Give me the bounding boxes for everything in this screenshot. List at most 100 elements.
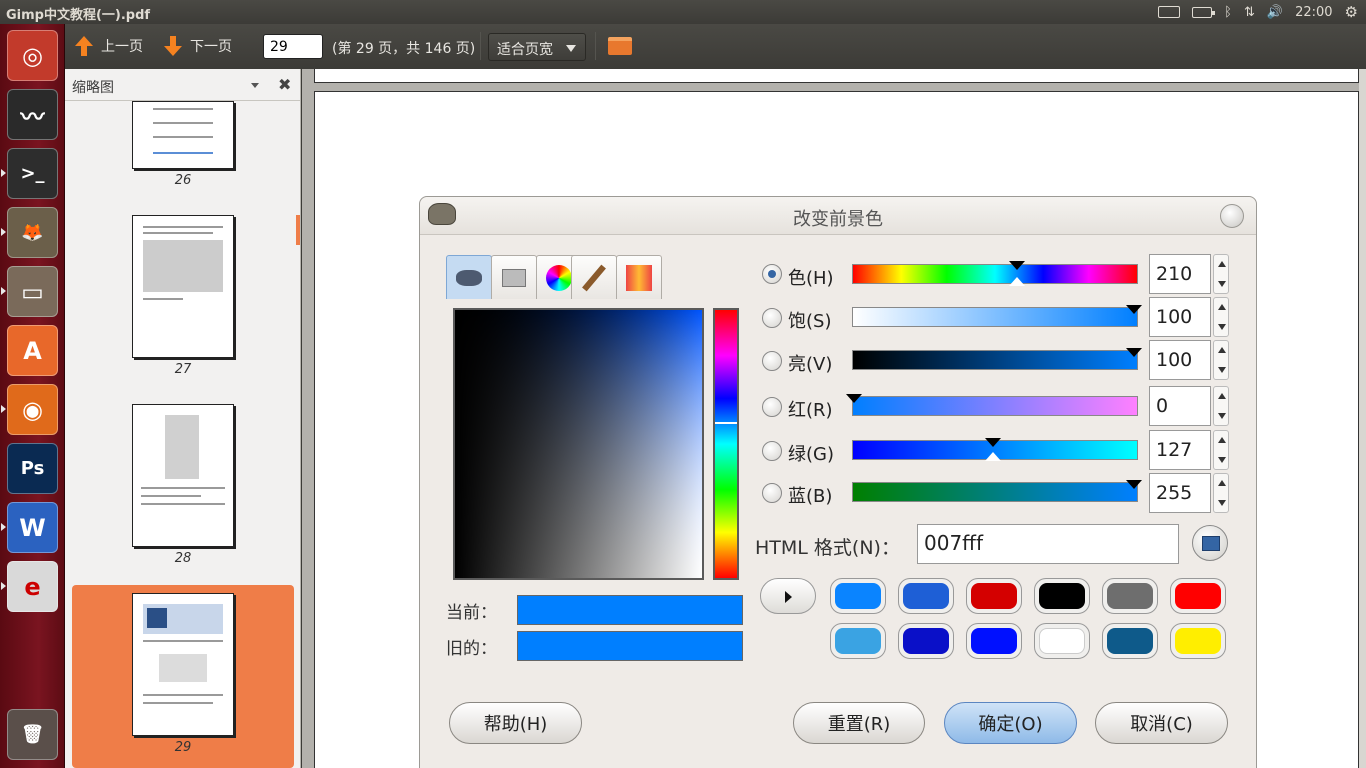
toolbar-separator bbox=[480, 32, 481, 60]
history-swatch bbox=[966, 623, 1022, 659]
hex-input: 007fff bbox=[917, 524, 1179, 564]
firefox-icon[interactable]: ◉ bbox=[7, 384, 58, 435]
sidebar-scroll-indicator[interactable] bbox=[296, 215, 300, 245]
chevron-down-icon bbox=[566, 45, 576, 52]
history-swatch bbox=[1170, 578, 1226, 614]
history-swatch bbox=[1034, 623, 1090, 659]
sidebar-title[interactable]: 缩略图 bbox=[72, 77, 114, 97]
dialog-title: 改变前景色 bbox=[793, 209, 883, 230]
brush-icon bbox=[582, 264, 606, 291]
page-info: (第 29 页，共 146 页) bbox=[332, 41, 476, 57]
old-color-swatch bbox=[517, 631, 743, 661]
previous-page-edge bbox=[314, 69, 1359, 83]
folder-icon[interactable] bbox=[608, 37, 632, 55]
arrow-down-icon bbox=[164, 36, 182, 56]
history-swatch bbox=[898, 578, 954, 614]
hue-strip bbox=[713, 308, 739, 580]
red-label: 红(R) bbox=[788, 400, 833, 421]
gimp-selector-tab bbox=[446, 255, 492, 299]
current-label: 当前： bbox=[446, 603, 497, 623]
spin-buttons bbox=[1213, 254, 1229, 294]
photoshop-icon[interactable]: Ps bbox=[7, 443, 58, 494]
hex-label: HTML 格式(N)： bbox=[755, 537, 900, 559]
software-center-icon[interactable]: A bbox=[7, 325, 58, 376]
saturation-label: 饱(S) bbox=[788, 311, 832, 332]
slider-marker bbox=[985, 452, 1001, 461]
printer-tab bbox=[491, 255, 537, 299]
gear-icon[interactable]: ⚙ bbox=[1345, 3, 1358, 21]
history-arrow-button bbox=[760, 578, 816, 614]
thumbnail-label: 27 bbox=[174, 362, 192, 377]
hue-label: 色(H) bbox=[788, 268, 834, 289]
clock[interactable]: 22:00 bbox=[1295, 5, 1332, 20]
help-button: 帮助(H) bbox=[449, 702, 582, 744]
battery-icon[interactable] bbox=[1192, 6, 1216, 18]
reset-button: 重置(R) bbox=[793, 702, 925, 744]
zoom-select[interactable]: 适合页宽 bbox=[488, 33, 586, 61]
color-picker-icon bbox=[1192, 525, 1228, 561]
thumbnail-page-28[interactable] bbox=[132, 404, 234, 547]
saturation-value-box bbox=[453, 308, 704, 580]
launcher: ◎ 〰 >_ 🦊 ▭ A ◉ Ps We 🗑 bbox=[0, 24, 65, 768]
thumbnail-page-27[interactable] bbox=[132, 215, 234, 358]
color-wheel-icon bbox=[546, 264, 572, 291]
wps-writer-icon[interactable]: W bbox=[7, 502, 58, 553]
radio-hue bbox=[762, 264, 782, 284]
history-swatch bbox=[1102, 578, 1158, 614]
slider-marker bbox=[1126, 305, 1142, 314]
history-swatch bbox=[1034, 578, 1090, 614]
gimp-icon[interactable]: 🦊 bbox=[7, 207, 58, 258]
ubuntu-dash-icon[interactable]: ◎ bbox=[7, 30, 58, 81]
running-indicator bbox=[1, 287, 6, 295]
hue-value: 210 bbox=[1149, 254, 1211, 294]
running-indicator bbox=[1, 169, 6, 177]
spin-buttons bbox=[1213, 297, 1229, 337]
green-label: 绿(G) bbox=[788, 444, 834, 465]
system-monitor-icon[interactable]: 〰 bbox=[7, 89, 58, 140]
slider-marker bbox=[1009, 277, 1025, 286]
trash-icon[interactable]: 🗑 bbox=[7, 709, 58, 760]
slider-marker bbox=[1009, 261, 1025, 270]
history-swatch bbox=[1102, 623, 1158, 659]
brush-tab bbox=[571, 255, 617, 299]
palette-tab bbox=[616, 255, 662, 299]
page-number-input[interactable] bbox=[263, 34, 323, 59]
history-swatch bbox=[1170, 623, 1226, 659]
network-icon[interactable]: ⇅ bbox=[1244, 5, 1255, 20]
spin-buttons bbox=[1213, 430, 1229, 470]
arrow-up-icon bbox=[75, 36, 93, 56]
next-page-button[interactable]: 下一页 bbox=[164, 33, 232, 59]
radio-green bbox=[762, 441, 782, 461]
thumbnail-page-26[interactable] bbox=[132, 101, 234, 169]
spin-buttons bbox=[1213, 340, 1229, 380]
terminal-icon[interactable]: >_ bbox=[7, 148, 58, 199]
document-scrollbar[interactable] bbox=[1359, 69, 1366, 768]
thumbnail-page-29[interactable] bbox=[132, 593, 234, 736]
thumbnail-label: 26 bbox=[174, 173, 192, 188]
window-title: Gimp中文教程(一).pdf bbox=[6, 8, 151, 23]
radio-value bbox=[762, 351, 782, 371]
close-icon[interactable]: ✖ bbox=[278, 75, 291, 94]
blue-label: 蓝(B) bbox=[788, 486, 833, 507]
cancel-button: 取消(C) bbox=[1095, 702, 1228, 744]
blue-value: 255 bbox=[1149, 473, 1211, 513]
running-indicator bbox=[1, 523, 6, 531]
prev-page-label: 上一页 bbox=[101, 39, 143, 55]
chevron-down-icon[interactable] bbox=[251, 83, 259, 88]
hue-slider bbox=[852, 264, 1138, 284]
prev-page-button[interactable]: 上一页 bbox=[75, 33, 143, 59]
keyboard-icon[interactable] bbox=[1158, 6, 1181, 18]
zoom-label: 适合页宽 bbox=[497, 42, 553, 58]
radio-saturation bbox=[762, 308, 782, 328]
bluetooth-icon[interactable]: ᛒ bbox=[1224, 5, 1232, 20]
running-indicator bbox=[1, 582, 6, 590]
dialog-titlebar: 改变前景色 bbox=[420, 197, 1256, 235]
saturation-value: 100 bbox=[1149, 297, 1211, 337]
printer-icon bbox=[502, 268, 526, 287]
old-label: 旧的： bbox=[446, 639, 497, 659]
volume-icon[interactable]: 🔊 bbox=[1267, 5, 1283, 20]
slider-marker bbox=[1126, 348, 1142, 357]
history-swatch bbox=[830, 578, 886, 614]
pdf-reader-icon[interactable]: e bbox=[7, 561, 58, 612]
files-icon[interactable]: ▭ bbox=[7, 266, 58, 317]
